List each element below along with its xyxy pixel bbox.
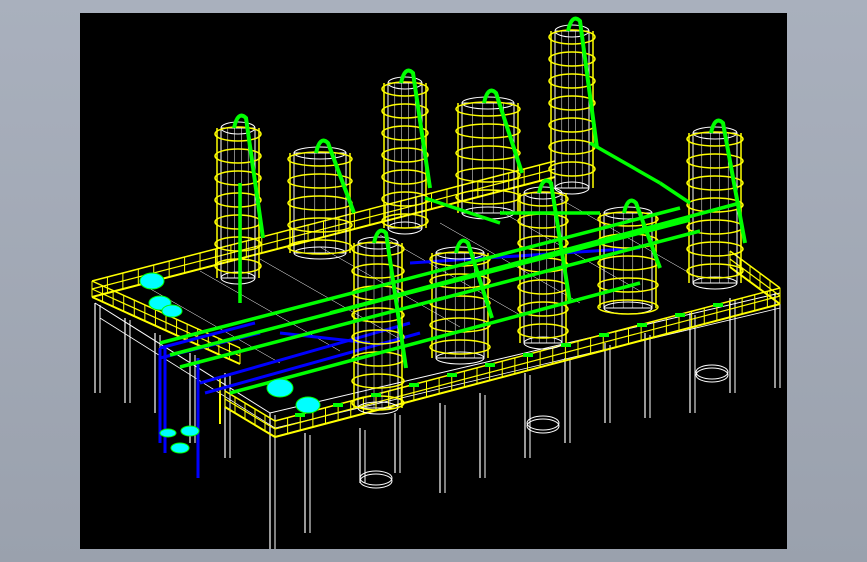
cage-ring [214,258,262,274]
tower [548,16,599,195]
deck-grid [559,198,701,280]
valve [371,393,381,397]
drum [695,364,729,380]
cage-ring [381,191,429,207]
cage-ring [548,117,596,133]
valve [599,333,609,337]
cage-ring [548,139,596,155]
pump [180,425,200,437]
tower [381,68,432,235]
cage-ring [351,263,405,279]
drum [526,415,560,431]
cage-ring [548,95,596,111]
pump [159,428,177,438]
cage-ring [351,373,405,389]
cage-ring [455,189,521,205]
valve [485,363,495,367]
valve [713,303,723,307]
tower [287,138,356,260]
pipe-run [659,181,691,205]
cage-ring [455,145,521,161]
tower [351,228,408,415]
railing-mid [224,398,276,430]
cage-ring [548,51,596,67]
plant-3d-model [91,16,781,549]
valve [523,353,533,357]
valve [447,373,457,377]
pump [266,378,294,398]
cage-ring [381,147,429,163]
cage-ring [455,167,521,183]
cage-ring [287,195,353,211]
cage-ring [214,236,262,252]
tower [517,178,572,350]
pump [161,304,183,318]
cage-ring [214,192,262,208]
valve [637,323,647,327]
cage-ring [686,153,744,169]
cad-viewport[interactable] [80,13,787,549]
pump [139,272,165,290]
valve [561,343,571,347]
valve [409,383,419,387]
cage-ring [214,214,262,230]
drum [526,418,560,434]
cage-ring [548,161,596,177]
pump [295,396,321,414]
cage-ring [686,241,744,257]
valve [333,403,343,407]
valve [675,313,685,317]
tower [597,198,662,315]
cage-ring [597,255,659,271]
cage-ring [214,148,262,164]
railing-top [224,390,276,422]
cage-ring [381,169,429,185]
cage-ring [517,213,569,229]
pump [170,442,190,454]
drum [695,367,729,383]
valve [295,413,305,417]
cage-ring [517,323,569,339]
pipe-run [589,141,661,185]
